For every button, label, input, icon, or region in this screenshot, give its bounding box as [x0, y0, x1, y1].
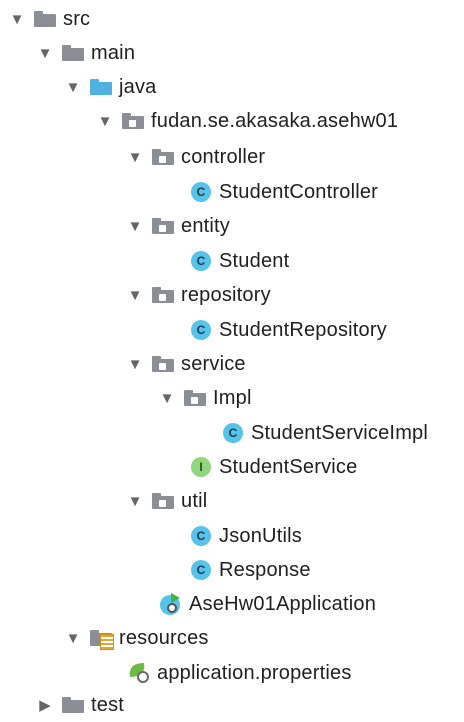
tree-node-label: entity [181, 214, 231, 237]
folder-icon [62, 697, 84, 713]
class-icon: C [191, 526, 211, 546]
expand-arrow-icon[interactable]: ▼ [126, 217, 144, 235]
expand-arrow-icon[interactable]: ▼ [8, 10, 26, 28]
tree-node-controller[interactable]: ▼ controller [0, 140, 464, 174]
tree-node-student[interactable]: C Student [0, 244, 464, 278]
project-tree: ▼ src ▼ main ▼ java ▼ fudan.se.akasaka.a… [0, 0, 464, 722]
tree-node-label: repository [181, 283, 271, 306]
tree-node-package[interactable]: ▼ fudan.se.akasaka.asehw01 [0, 104, 464, 138]
tree-node-label: controller [181, 145, 266, 168]
spring-boot-app-icon [160, 593, 182, 615]
package-icon [152, 218, 174, 234]
tree-node-label: java [119, 75, 157, 98]
package-icon [184, 390, 206, 406]
expand-arrow-icon[interactable]: ▼ [158, 389, 176, 407]
tree-node-app[interactable]: AseHw01Application [0, 587, 464, 621]
tree-node-student-repository[interactable]: C StudentRepository [0, 313, 464, 347]
tree-node-label: resources [119, 626, 209, 649]
tree-node-resources[interactable]: ▼ resources [0, 621, 464, 655]
resources-folder-icon [90, 627, 114, 650]
tree-node-label: Student [219, 249, 290, 272]
tree-node-label: service [181, 352, 246, 375]
tree-node-test[interactable]: ▶ test [0, 688, 464, 722]
tree-node-response[interactable]: C Response [0, 553, 464, 587]
tree-node-label: test [91, 693, 125, 716]
tree-node-java[interactable]: ▼ java [0, 70, 464, 104]
expand-arrow-icon[interactable]: ▼ [64, 78, 82, 96]
tree-node-label: JsonUtils [219, 524, 302, 547]
class-icon: C [191, 320, 211, 340]
tree-node-label: AseHw01Application [189, 592, 377, 615]
class-icon: C [191, 251, 211, 271]
package-icon [152, 149, 174, 165]
expand-arrow-icon[interactable]: ▼ [126, 286, 144, 304]
expand-arrow-icon[interactable]: ▼ [96, 112, 114, 130]
class-icon: C [191, 182, 211, 202]
class-icon: C [223, 423, 243, 443]
tree-node-student-service[interactable]: I StudentService [0, 450, 464, 484]
class-icon: C [191, 560, 211, 580]
tree-node-label: Impl [213, 386, 252, 409]
tree-node-label: StudentController [219, 180, 379, 203]
tree-node-main[interactable]: ▼ main [0, 36, 464, 70]
expand-arrow-icon[interactable]: ▼ [64, 629, 82, 647]
package-icon [122, 113, 144, 129]
package-icon [152, 493, 174, 509]
tree-node-repository[interactable]: ▼ repository [0, 278, 464, 312]
tree-node-application-properties[interactable]: application.properties [0, 656, 464, 690]
source-folder-icon [90, 79, 112, 95]
package-icon [152, 356, 174, 372]
interface-icon: I [191, 457, 211, 477]
folder-icon [62, 45, 84, 61]
tree-node-entity[interactable]: ▼ entity [0, 209, 464, 243]
tree-node-label: application.properties [157, 661, 352, 684]
tree-node-service[interactable]: ▼ service [0, 347, 464, 381]
tree-node-impl[interactable]: ▼ Impl [0, 381, 464, 415]
tree-node-src[interactable]: ▼ src [0, 2, 464, 36]
expand-arrow-icon[interactable]: ▼ [126, 355, 144, 373]
tree-node-student-controller[interactable]: C StudentController [0, 175, 464, 209]
tree-node-label: main [91, 41, 136, 64]
tree-node-json-utils[interactable]: C JsonUtils [0, 519, 464, 553]
properties-file-icon [128, 662, 150, 684]
tree-node-util[interactable]: ▼ util [0, 484, 464, 518]
tree-node-label: src [63, 7, 91, 30]
package-icon [152, 287, 174, 303]
tree-node-label: StudentService [219, 455, 358, 478]
tree-node-label: StudentServiceImpl [251, 421, 429, 444]
tree-node-label: StudentRepository [219, 318, 387, 341]
tree-node-student-service-impl[interactable]: C StudentServiceImpl [0, 416, 464, 450]
tree-node-label: util [181, 489, 208, 512]
collapse-arrow-icon[interactable]: ▶ [36, 696, 54, 714]
tree-node-label: Response [219, 558, 311, 581]
tree-node-label: fudan.se.akasaka.asehw01 [151, 109, 399, 132]
expand-arrow-icon[interactable]: ▼ [36, 44, 54, 62]
expand-arrow-icon[interactable]: ▼ [126, 148, 144, 166]
folder-icon [34, 11, 56, 27]
expand-arrow-icon[interactable]: ▼ [126, 492, 144, 510]
